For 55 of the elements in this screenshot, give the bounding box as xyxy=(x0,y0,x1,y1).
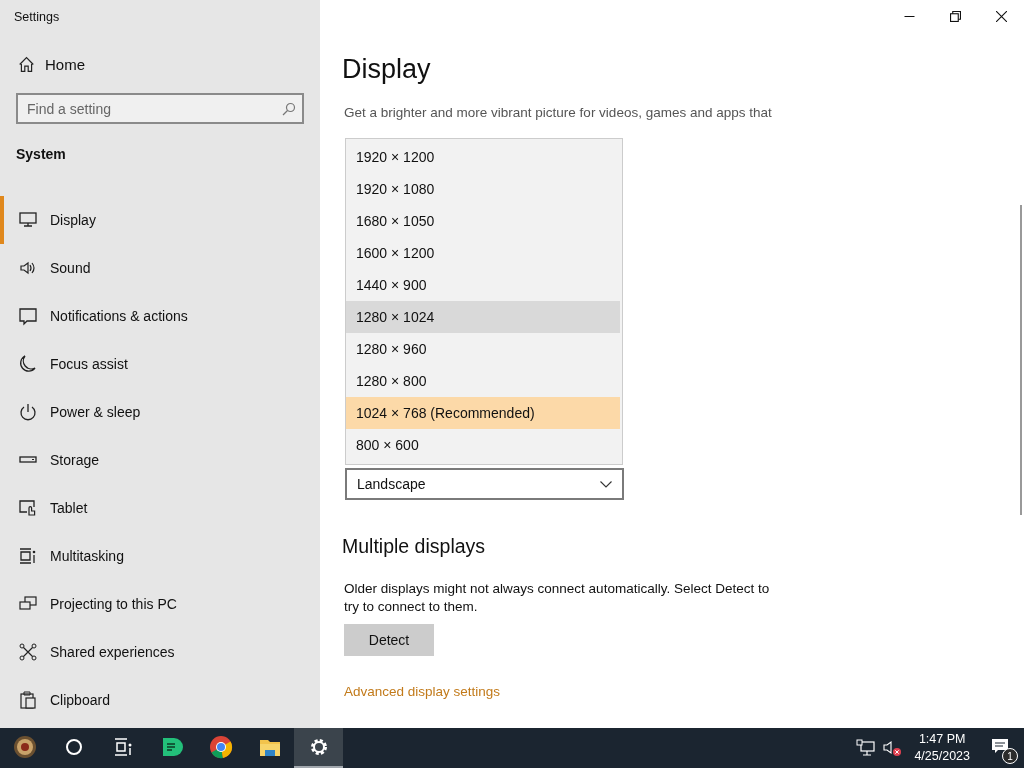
window-title: Settings xyxy=(13,9,60,26)
section-heading: Multiple displays xyxy=(342,535,486,558)
scrollbar[interactable] xyxy=(1020,205,1022,515)
dropdown-option[interactable]: 1920 × 1200 xyxy=(346,141,620,173)
home-link[interactable]: Home xyxy=(18,56,85,73)
search-field[interactable]: Find a setting xyxy=(16,93,304,124)
clock-date[interactable]: 4/25/2023 xyxy=(914,748,970,765)
sidebar-item[interactable]: Sound xyxy=(0,244,320,292)
tablet-touch-icon xyxy=(18,498,38,518)
sidebar-item[interactable]: Projecting to this PC xyxy=(0,580,320,628)
dropdown-option[interactable]: 1024 × 768 (Recommended) xyxy=(346,397,620,429)
dropdown-option[interactable]: 1440 × 900 xyxy=(346,269,620,301)
info-text: Older displays might not always connect automatically. Select Detect to try to connect to them. xyxy=(344,580,771,616)
sidebar-item[interactable]: Focus assist xyxy=(0,340,320,388)
volume-muted-icon[interactable] xyxy=(882,739,903,757)
minimize-icon xyxy=(903,15,915,17)
dropdown-option[interactable]: 1280 × 800 xyxy=(346,365,620,397)
clock-time[interactable]: 1:47 PM xyxy=(918,731,966,748)
taskbar-button[interactable] xyxy=(294,728,343,768)
dropdown-option[interactable]: 1600 × 1200 xyxy=(346,237,620,269)
close-icon xyxy=(995,10,1007,22)
sidebar-item[interactable]: Tablet xyxy=(0,484,320,532)
detect-button[interactable]: Detect xyxy=(344,624,434,656)
orientation-dropdown[interactable]: Landscape xyxy=(345,468,624,500)
dropdown-option[interactable]: 1280 × 1024 xyxy=(346,301,620,333)
restore-icon xyxy=(949,10,961,22)
sidebar-item[interactable]: Power & sleep xyxy=(0,388,320,436)
network-icon[interactable] xyxy=(856,739,877,757)
page-title: Display xyxy=(342,54,431,85)
multitasking-icon xyxy=(18,546,38,566)
monitor-icon xyxy=(18,210,38,230)
search-icon xyxy=(282,102,296,116)
home-icon xyxy=(18,56,35,73)
chevron-down-icon xyxy=(600,480,612,488)
speech-bubble-icon xyxy=(18,306,38,326)
moon-icon xyxy=(18,354,38,374)
sidebar-item[interactable]: Multitasking xyxy=(0,532,320,580)
clipboard-icon xyxy=(18,690,38,710)
dropdown-option[interactable]: 1680 × 1050 xyxy=(346,205,620,237)
dropdown-option[interactable]: 800 × 600 xyxy=(346,429,620,461)
sidebar-item[interactable]: Storage xyxy=(0,436,320,484)
sidebar-item[interactable]: Clipboard xyxy=(0,676,320,724)
dropdown-option[interactable]: 1280 × 960 xyxy=(346,333,620,365)
start-icon xyxy=(12,735,37,759)
power-icon xyxy=(18,402,38,422)
browser-icon xyxy=(208,735,233,759)
dropdown-option[interactable]: 1920 × 1080 xyxy=(346,173,620,205)
description-text: Get a brighter and more vibrant picture for videos, games and apps that xyxy=(344,105,772,120)
notification-count: 1 xyxy=(1002,748,1018,764)
settings-link[interactable]: Advanced display settings xyxy=(344,684,501,699)
nodes-icon xyxy=(18,642,38,662)
section-heading: System xyxy=(16,146,66,162)
sidebar-item[interactable]: Notifications & actions xyxy=(0,292,320,340)
message-icon xyxy=(990,736,1010,756)
sidebar-item[interactable]: Shared experiences xyxy=(0,628,320,676)
